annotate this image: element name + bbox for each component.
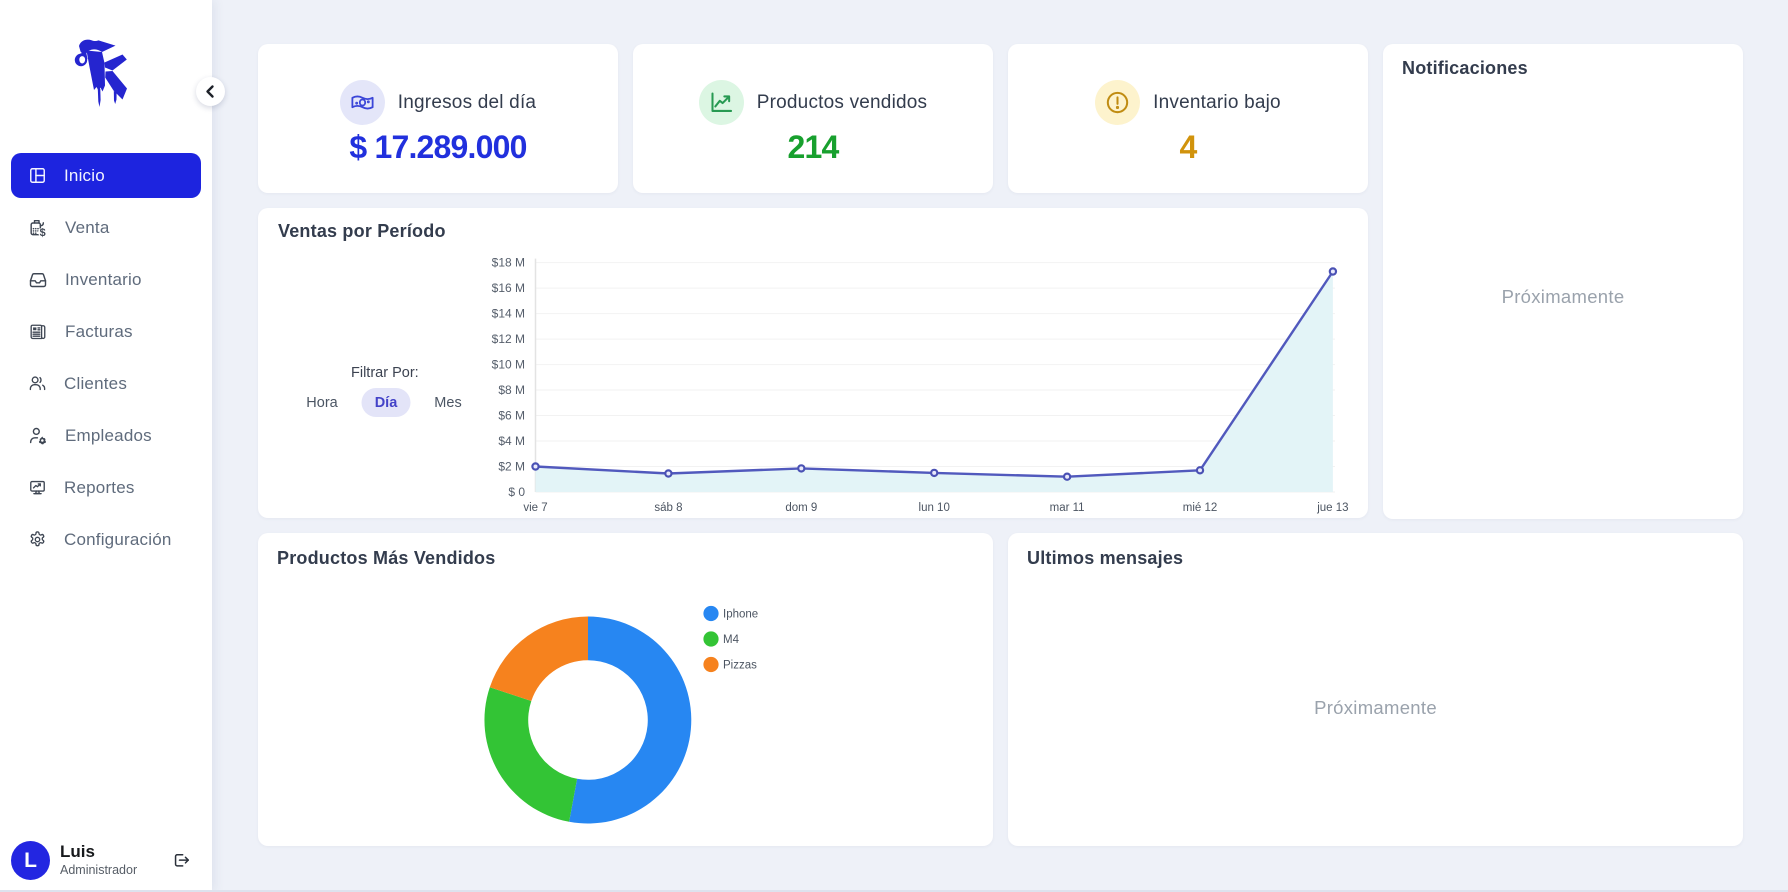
svg-text:dom 9: dom 9 [785, 502, 817, 514]
svg-text:jue 13: jue 13 [1316, 502, 1348, 514]
svg-text:$2 M: $2 M [498, 460, 525, 474]
svg-text:sáb 8: sáb 8 [654, 502, 682, 514]
svg-text:vie 7: vie 7 [523, 502, 547, 514]
svg-text:$10 M: $10 M [492, 358, 525, 372]
svg-text:$: $ [40, 227, 46, 238]
svg-text:mar 11: mar 11 [1050, 502, 1085, 514]
svg-text:$14 M: $14 M [492, 307, 525, 321]
svg-text:mié 12: mié 12 [1183, 502, 1218, 514]
svg-text:$16 M: $16 M [492, 281, 525, 295]
svg-text:$12 M: $12 M [492, 332, 525, 346]
svg-text:$ 0: $ 0 [508, 485, 525, 499]
svg-text:$6 M: $6 M [498, 409, 525, 423]
svg-text:$4 M: $4 M [498, 434, 525, 448]
svg-text:$8 M: $8 M [498, 383, 525, 397]
svg-text:lun 10: lun 10 [919, 502, 950, 514]
svg-text:Iphone: Iphone [723, 609, 758, 621]
svg-text:M4: M4 [723, 634, 740, 646]
svg-text:Pizzas: Pizzas [723, 660, 757, 672]
svg-text:$18 M: $18 M [492, 256, 525, 270]
